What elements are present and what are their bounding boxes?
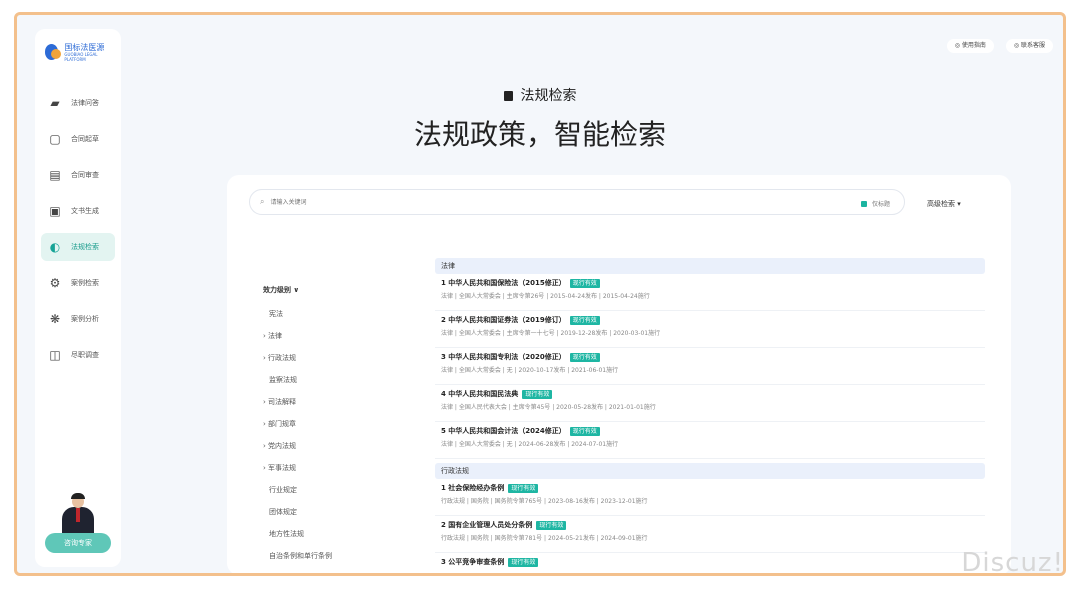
filter-item[interactable]: › 党内法规 (255, 435, 407, 457)
sidebar-item-label: 案例分析 (71, 315, 99, 323)
sidebar: 国标法医源 GUOBIAO LEGAL PLATFORM ▰ 法律问答 ▢ 合同… (35, 29, 121, 567)
result-item[interactable]: 1 社会保险经办条例 现行有效 行政法规 | 国务院 | 国务院令第765号 | … (435, 479, 985, 516)
expert-avatar (60, 493, 96, 533)
page-subtitle: 法规检索 (17, 85, 1063, 105)
brand-name: 国标法医源 (64, 42, 105, 52)
due-diligence-icon: ◫ (49, 348, 61, 362)
search-icon: ⌕ (260, 197, 265, 206)
regulation-search-icon: ◐ (49, 240, 61, 254)
sidebar-item-label: 法规检索 (71, 243, 99, 251)
document-generate-icon: ▣ (49, 204, 61, 218)
title-only-toggle[interactable]: 仅标题 (860, 199, 890, 208)
search-panel: ⌕ 仅标题 高级检索 ▾ 效力级别 ∨ 宪法 › 法律 › 行政法规 监察法规 … (227, 175, 1011, 573)
results-list: 法律 1 中华人民共和国保险法（2015修正） 现行有效 法律 | 全国人大常委会… (435, 258, 985, 573)
checkbox-icon (860, 200, 867, 207)
filter-item[interactable]: › 行政法规 (255, 347, 407, 369)
sidebar-item-due-diligence[interactable]: ◫ 尽职调查 (41, 341, 115, 369)
section-header: 法律 (435, 258, 985, 274)
result-title: 5 中华人民共和国会计法（2024修正） 现行有效 (441, 426, 979, 437)
user-guide-button[interactable]: ◎ 使用指南 (946, 39, 994, 53)
result-title: 1 社会保险经办条例 现行有效 (441, 483, 979, 494)
filter-item[interactable]: 自治条例和单行条例 (255, 545, 407, 567)
status-badge: 现行有效 (522, 390, 553, 399)
expert-card: 咨询专家 (45, 493, 111, 553)
result-meta: 法律 | 全国人大常委会 | 无 | 2020-10-17发布 | 2021-0… (441, 367, 619, 374)
status-badge: 现行有效 (569, 353, 600, 362)
sidebar-item-label: 合同审查 (71, 171, 99, 179)
result-item[interactable]: 2 国有企业管理人员处分条例 现行有效 行政法规 | 国务院 | 国务院令第781… (435, 516, 985, 553)
result-meta: 行政法规 | 国务院 | 国务院令第781号 | 2024-05-21发布 | … (441, 535, 648, 542)
brand-tagline: GUOBIAO LEGAL PLATFORM (64, 51, 98, 62)
sidebar-item-case-analysis[interactable]: ❋ 案例分析 (41, 305, 115, 333)
brand-logo[interactable]: 国标法医源 GUOBIAO LEGAL PLATFORM (35, 29, 121, 65)
page-subtitle-text: 法规检索 (520, 88, 577, 104)
app-window: 国标法医源 GUOBIAO LEGAL PLATFORM ▰ 法律问答 ▢ 合同… (14, 12, 1066, 576)
result-meta: 法律 | 全国人大常委会 | 主席令第26号 | 2015-04-24发布 | … (441, 293, 650, 300)
result-title: 3 公平竞争审查条例 现行有效 (441, 557, 979, 568)
filter-item[interactable]: 行业规定 (255, 479, 407, 501)
result-title: 1 中华人民共和国保险法（2015修正） 现行有效 (441, 278, 979, 289)
filter-item[interactable]: › 部门规章 (255, 413, 407, 435)
status-badge: 现行有效 (536, 521, 567, 530)
status-badge: 现行有效 (508, 484, 539, 493)
result-item[interactable]: 4 中华人民共和国民法典 现行有效 法律 | 全国人民代表大会 | 主席令第45号… (435, 385, 985, 422)
section-header: 行政法规 (435, 463, 985, 479)
title-only-label: 仅标题 (871, 201, 890, 208)
case-analysis-icon: ❋ (49, 312, 61, 326)
sidebar-item-contract-review[interactable]: ▤ 合同审查 (41, 161, 115, 189)
result-item[interactable]: 2 中华人民共和国证券法（2019修订） 现行有效 法律 | 全国人大常委会 | … (435, 311, 985, 348)
result-meta: 法律 | 全国人大常委会 | 无 | 2024-06-28发布 | 2024-0… (441, 441, 619, 448)
filter-header[interactable]: 效力级别 ∨ (255, 269, 407, 303)
contact-support-button[interactable]: ◎ 联系客服 (1005, 39, 1053, 53)
document-icon (503, 91, 513, 101)
sidebar-item-case-search[interactable]: ⚙ 案例检索 (41, 269, 115, 297)
result-meta: 法律 | 全国人大常委会 | 主席令第一十七号 | 2019-12-28发布 |… (441, 330, 661, 337)
case-search-icon: ⚙ (49, 276, 61, 290)
status-badge: 现行有效 (508, 558, 539, 567)
status-badge: 现行有效 (569, 316, 600, 325)
filter-item[interactable]: 宪法 (255, 303, 407, 325)
page-title: 法规政策，智能检索 (413, 118, 666, 151)
result-item[interactable]: 3 公平竞争审查条例 现行有效 (435, 553, 985, 573)
result-title: 4 中华人民共和国民法典 现行有效 (441, 389, 979, 400)
contract-review-icon: ▤ (49, 168, 61, 182)
filter-tree: 效力级别 ∨ 宪法 › 法律 › 行政法规 监察法规 › 司法解释 › 部门规章… (255, 269, 407, 569)
filter-item[interactable]: 地方性法规 (255, 523, 407, 545)
result-title: 2 中华人民共和国证券法（2019修订） 现行有效 (441, 315, 979, 326)
result-item[interactable]: 1 中华人民共和国保险法（2015修正） 现行有效 法律 | 全国人大常委会 | … (435, 274, 985, 311)
result-title: 2 国有企业管理人员处分条例 现行有效 (441, 520, 979, 531)
watermark: Discuz! (961, 548, 1064, 578)
sidebar-item-regulation-search[interactable]: ◐ 法规检索 (41, 233, 115, 261)
sidebar-item-label: 尽职调查 (71, 351, 99, 359)
brand-text: 国标法医源 GUOBIAO LEGAL PLATFORM (64, 43, 111, 62)
sidebar-item-label: 案例检索 (71, 279, 99, 287)
filter-item[interactable]: 监察法规 (255, 369, 407, 391)
sidebar-item-document-generate[interactable]: ▣ 文书生成 (41, 197, 115, 225)
result-item[interactable]: 3 中华人民共和国专利法（2020修正） 现行有效 法律 | 全国人大常委会 | … (435, 348, 985, 385)
filter-item[interactable]: 团体规定 (255, 501, 407, 523)
status-badge: 现行有效 (569, 279, 600, 288)
sidebar-item-label: 文书生成 (71, 207, 99, 215)
search-bar: ⌕ 仅标题 (249, 189, 905, 215)
result-title: 3 中华人民共和国专利法（2020修正） 现行有效 (441, 352, 979, 363)
advanced-search-button[interactable]: 高级检索 ▾ (927, 199, 961, 209)
filter-item[interactable]: › 司法解释 (255, 391, 407, 413)
filter-item[interactable]: › 军事法规 (255, 457, 407, 479)
search-input[interactable] (268, 197, 833, 207)
filter-item[interactable]: › 法律 (255, 325, 407, 347)
result-meta: 法律 | 全国人民代表大会 | 主席令第45号 | 2020-05-28发布 |… (441, 404, 656, 411)
result-item[interactable]: 5 中华人民共和国会计法（2024修正） 现行有效 法律 | 全国人大常委会 | … (435, 422, 985, 459)
status-badge: 现行有效 (569, 427, 600, 436)
consult-expert-button[interactable]: 咨询专家 (45, 533, 111, 553)
result-meta: 行政法规 | 国务院 | 国务院令第765号 | 2023-08-16发布 | … (441, 498, 648, 505)
top-actions: ◎ 使用指南 ◎ 联系客服 (946, 39, 1053, 53)
logo-icon (45, 44, 62, 60)
